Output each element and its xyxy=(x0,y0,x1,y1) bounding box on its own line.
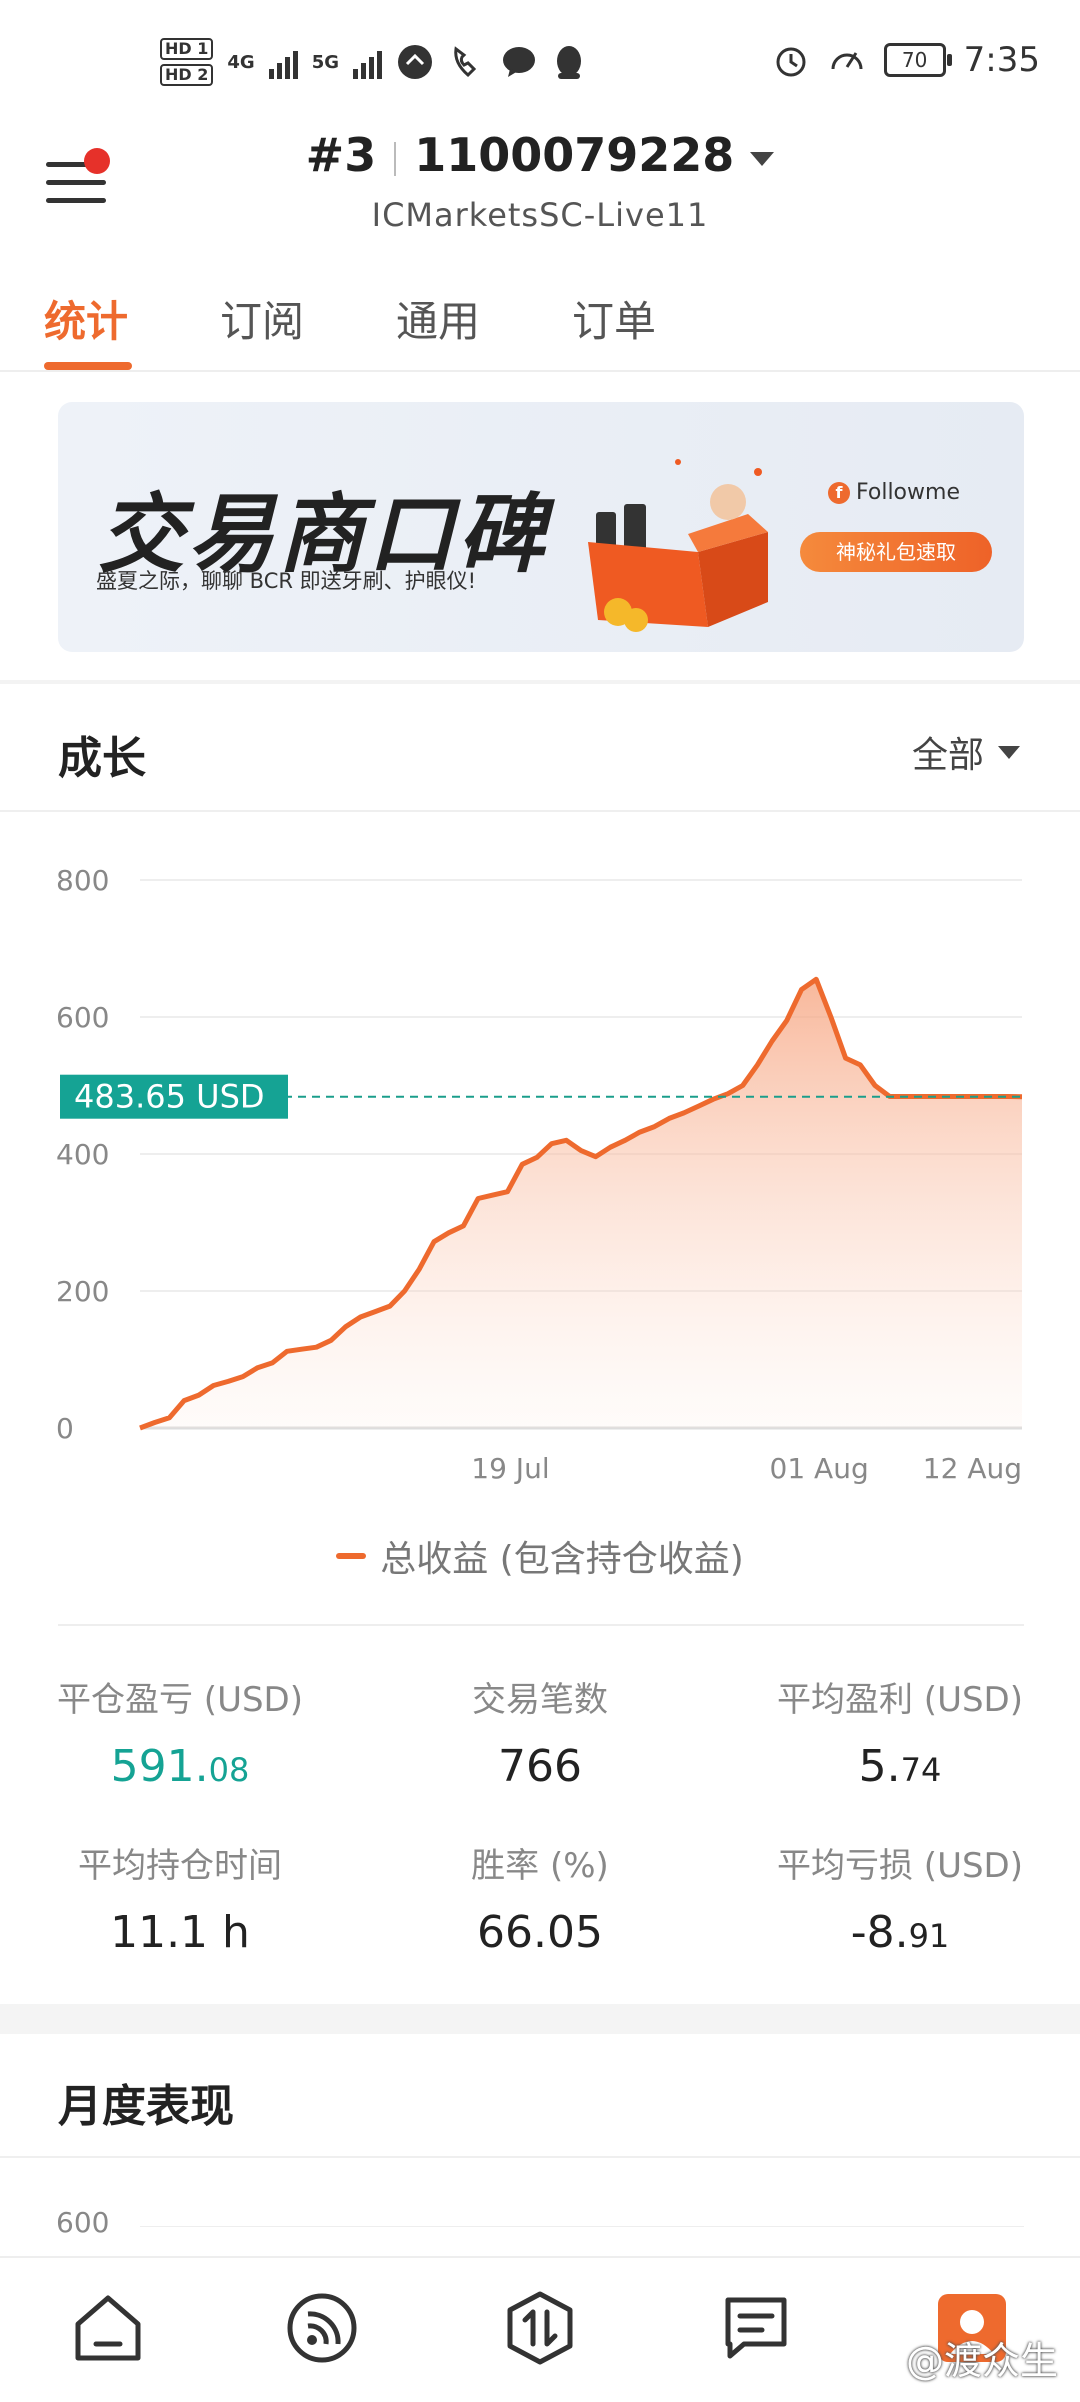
account-id: 1100079228 xyxy=(414,128,735,182)
stat-label: 胜率 (%) xyxy=(471,1846,609,1886)
stat-value-int: 66.05 xyxy=(477,1907,603,1958)
y-tick-label: 800 xyxy=(56,864,109,897)
growth-range-filter[interactable]: 全部 xyxy=(912,726,1020,778)
tab-general[interactable]: 通用 xyxy=(396,288,480,349)
gift-box-icon xyxy=(588,459,768,632)
status-right: 70 7:35 xyxy=(772,40,1040,80)
section-separator xyxy=(0,680,1080,684)
followme-brand: Followme xyxy=(856,480,960,505)
stat-avg-profit: 平均盈利 (USD) 5.74 xyxy=(720,1672,1080,1792)
promo-banner[interactable]: 交易商口碑 盛夏之际，聊聊 BCR 即送牙刷、护眼仪! f Followme 神秘… xyxy=(58,402,1024,652)
stat-label: 交易笔数 xyxy=(472,1680,608,1720)
stat-value-int: -8. xyxy=(850,1907,909,1958)
tab-orders[interactable]: 订单 xyxy=(572,288,656,349)
y-tick-label: 600 xyxy=(56,1001,109,1034)
stat-trade-count: 交易笔数 766 xyxy=(360,1672,720,1792)
stat-value-int: 591. xyxy=(110,1741,209,1792)
x-tick-label: 12 Aug xyxy=(923,1452,1022,1485)
battery-level: 70 xyxy=(901,48,928,72)
growth-chart: 800 600 400 200 0 19 Jul 01 Aug 12 Aug 483.65 … xyxy=(56,864,1023,1485)
y-tick-label: 0 xyxy=(56,1412,74,1445)
sim2-label: HD 2 xyxy=(160,64,214,86)
x-tick-label: 19 Jul xyxy=(471,1452,549,1485)
x-tick-label: 01 Aug xyxy=(770,1452,869,1485)
growth-title: 成长 xyxy=(58,733,146,784)
stat-win-rate: 胜率 (%) 66.05 xyxy=(360,1838,720,1958)
server-name: ICMarketsSC-Live11 xyxy=(371,196,709,234)
banner-subtitle: 盛夏之际，聊聊 BCR 即送牙刷、护眼仪! xyxy=(96,569,477,593)
stat-label: 平均持仓时间 xyxy=(78,1846,282,1886)
tab-subscription[interactable]: 订阅 xyxy=(220,288,304,349)
stat-value: 66.05 xyxy=(360,1907,720,1958)
monthly-y-tick: 600 xyxy=(56,2206,110,2239)
network-label-1: 4G xyxy=(227,51,255,73)
divider xyxy=(0,810,1080,812)
stat-value-int: 5. xyxy=(858,1741,901,1792)
sim1-label: HD 1 xyxy=(160,38,214,60)
account-number: #3 xyxy=(305,128,377,182)
qq-icon xyxy=(557,46,581,79)
tab-bar: 统计 订阅 通用 订单 xyxy=(0,270,1080,372)
alarm-icon xyxy=(776,47,806,77)
stat-value: 591.08 xyxy=(0,1741,360,1792)
stat-label: 平均盈利 (USD) xyxy=(777,1680,1023,1720)
stat-closed-pnl: 平仓盈亏 (USD) 591.08 xyxy=(0,1672,360,1792)
legend-swatch xyxy=(336,1553,367,1559)
signal-icon xyxy=(268,45,298,79)
followme-logo-icon: f xyxy=(828,481,850,504)
wifi-call-icon xyxy=(454,46,477,78)
clock: 7:35 xyxy=(963,40,1040,80)
divider xyxy=(58,1624,1024,1626)
active-tab-indicator xyxy=(44,362,132,370)
chart-legend[interactable]: 总收益 (包含持仓收益) xyxy=(0,1530,1080,1582)
stat-value: -8.91 xyxy=(720,1907,1080,1958)
stat-label: 平均亏损 (USD) xyxy=(777,1846,1023,1886)
stat-value: 11.1 h xyxy=(0,1907,360,1958)
stat-value-int: 766 xyxy=(498,1741,582,1792)
sim-indicators: HD 1 HD 2 xyxy=(160,38,214,86)
stat-value-dec: 74 xyxy=(900,1751,942,1789)
stat-label: 平仓盈亏 (USD) xyxy=(57,1680,303,1720)
account-selector[interactable]: #3 1100079228 xyxy=(0,128,1080,182)
y-tick-label: 400 xyxy=(56,1138,109,1171)
stat-avg-loss: 平均亏损 (USD) -8.91 xyxy=(720,1838,1080,1958)
chevron-down-icon xyxy=(998,745,1020,759)
divider xyxy=(0,2156,1080,2158)
monthly-title: 月度表现 xyxy=(58,2081,234,2132)
speed-icon xyxy=(831,52,863,70)
gift-claim-button[interactable]: 神秘礼包速取 xyxy=(800,532,992,572)
stat-value: 5.74 xyxy=(720,1741,1080,1792)
home-icon[interactable] xyxy=(68,2288,148,2368)
chat-bubble-icon xyxy=(503,47,535,77)
signal-icon-2 xyxy=(353,45,382,79)
stat-value-dec: 91 xyxy=(908,1917,950,1955)
feed-icon[interactable] xyxy=(282,2288,362,2368)
status-left: HD 1 HD 2 4G 5G xyxy=(160,38,586,86)
stat-value-dec: 08 xyxy=(208,1751,250,1789)
battery-icon: 70 xyxy=(883,43,952,77)
network-label-2: 5G xyxy=(311,51,339,73)
tab-stats[interactable]: 统计 xyxy=(44,288,128,349)
stat-avg-hold-time: 平均持仓时间 11.1 h xyxy=(0,1838,360,1958)
followme-logo: f Followme xyxy=(828,480,960,505)
current-value-label: 483.65 USD xyxy=(74,1078,265,1116)
monthly-gridline xyxy=(140,2226,1024,2227)
y-tick-label: 200 xyxy=(56,1275,109,1308)
stat-value: 766 xyxy=(360,1741,720,1792)
vpn-icon xyxy=(398,45,432,79)
chevron-down-icon xyxy=(750,151,775,166)
trade-icon[interactable] xyxy=(500,2288,580,2368)
message-icon[interactable] xyxy=(716,2288,796,2368)
stat-value-int: 11.1 h xyxy=(110,1907,250,1958)
legend-label: 总收益 (包含持仓收益) xyxy=(380,1539,744,1580)
growth-range-label: 全部 xyxy=(911,735,984,776)
section-separator xyxy=(0,2004,1080,2034)
title-separator xyxy=(394,141,397,176)
watermark: @渡众生 xyxy=(905,2339,1058,2383)
status-bar: HD 1 HD 2 4G 5G 70 7:35 xyxy=(0,0,1080,130)
